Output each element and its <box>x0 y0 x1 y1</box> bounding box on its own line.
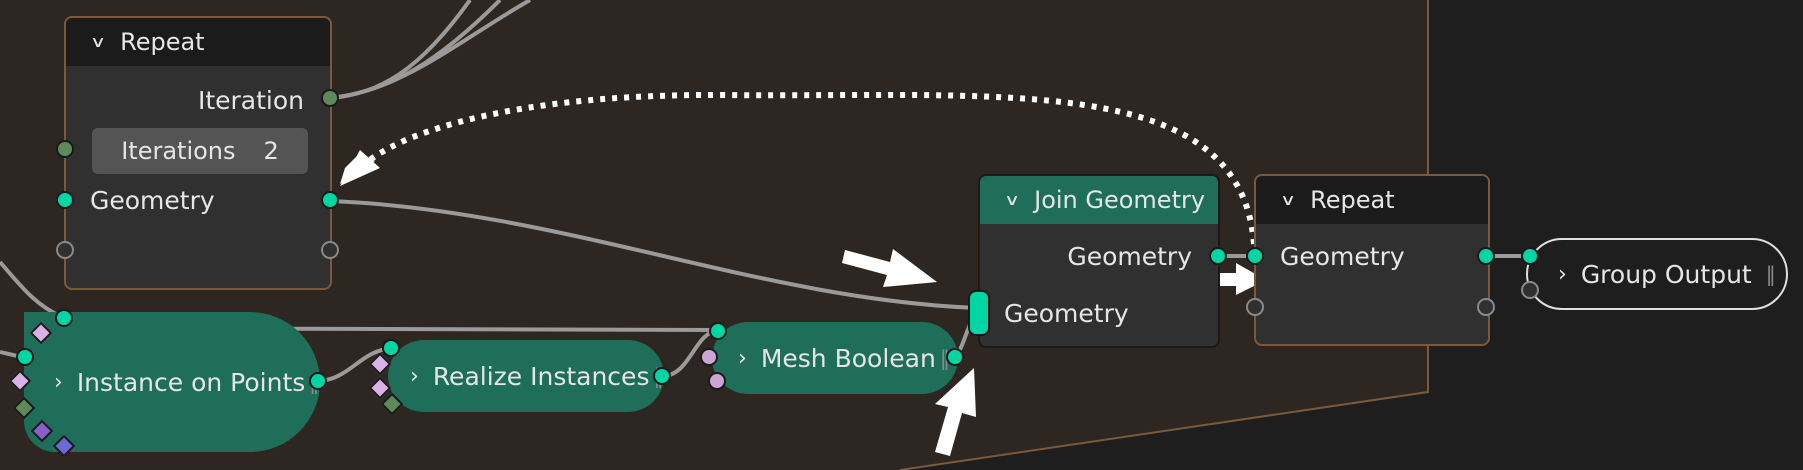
join-output-label: Geometry <box>1067 242 1192 271</box>
iop-instance-socket[interactable] <box>16 348 34 366</box>
iteration-output-socket[interactable] <box>321 89 339 107</box>
realize-input-socket[interactable] <box>382 339 400 357</box>
chevron-down-icon[interactable]: ∨ <box>1004 191 1020 209</box>
group-output-label: Group Output <box>1580 259 1752 289</box>
iteration-label: Iteration <box>197 86 304 115</box>
repeat-input-title: Repeat <box>120 28 205 56</box>
drag-grip-icon[interactable]: ‖ <box>1766 262 1776 286</box>
geometry-input-socket[interactable] <box>56 191 74 209</box>
mesh-boolean-self-socket[interactable] <box>708 372 726 390</box>
iterations-label: Iterations <box>121 137 236 165</box>
join-input-label: Geometry <box>1004 299 1129 328</box>
iterations-value: 2 <box>263 137 279 165</box>
repeat-empty-output-socket[interactable] <box>1477 298 1495 316</box>
chevron-right-icon[interactable]: › <box>410 364 419 389</box>
join-geometry-header[interactable]: ∨ Join Geometry <box>980 176 1218 224</box>
iop-points-socket[interactable] <box>55 309 73 327</box>
iop-output-socket[interactable] <box>309 372 327 390</box>
join-multi-input-socket[interactable] <box>968 290 990 336</box>
repeat-output-title: Repeat <box>1310 186 1395 214</box>
realize-instances-node[interactable]: › Realize Instances ‖ <box>388 340 664 412</box>
mesh-boolean-label: Mesh Boolean <box>760 343 936 373</box>
repeat-output-node[interactable]: ∨ Repeat Geometry <box>1254 174 1490 346</box>
join-output-socket[interactable] <box>1209 247 1227 265</box>
group-output-input-socket[interactable] <box>1521 247 1539 265</box>
empty-output-socket[interactable] <box>321 241 339 259</box>
empty-input-socket[interactable] <box>56 241 74 259</box>
chevron-right-icon[interactable]: › <box>738 346 747 371</box>
iterations-field[interactable]: Iterations 2 <box>92 128 308 174</box>
iterations-input-socket[interactable] <box>56 140 74 158</box>
mesh-boolean-output-socket[interactable] <box>946 348 964 366</box>
group-output-node[interactable]: › Group Output ‖ <box>1526 238 1788 310</box>
mesh-boolean-mesh1-socket[interactable] <box>709 322 727 340</box>
repeat-output-geometry-label: Geometry <box>1280 242 1405 271</box>
geometry-output-socket[interactable] <box>321 191 339 209</box>
repeat-geometry-output-socket[interactable] <box>1477 247 1495 265</box>
group-output-empty-socket[interactable] <box>1521 281 1539 299</box>
repeat-input-node[interactable]: ∨ Repeat Iteration Iterations 2 Geometry <box>64 16 332 290</box>
chevron-down-icon[interactable]: ∨ <box>90 33 106 51</box>
repeat-geometry-input-socket[interactable] <box>1246 247 1264 265</box>
chevron-right-icon[interactable]: › <box>1558 262 1567 287</box>
join-geometry-title: Join Geometry <box>1034 186 1206 214</box>
mesh-boolean-mesh2-socket[interactable] <box>700 348 718 366</box>
mesh-boolean-node[interactable]: › Mesh Boolean ‖ <box>712 322 958 394</box>
instance-on-points-label: Instance on Points <box>76 367 306 397</box>
join-geometry-node[interactable]: ∨ Join Geometry Geometry Geometry <box>978 174 1220 348</box>
repeat-output-header[interactable]: ∨ Repeat <box>1256 176 1488 224</box>
node-editor-canvas[interactable]: ∨ Repeat Iteration Iterations 2 Geometry… <box>0 0 1803 470</box>
chevron-right-icon[interactable]: › <box>54 370 63 395</box>
geometry-label: Geometry <box>90 186 215 215</box>
realize-output-socket[interactable] <box>653 367 671 385</box>
repeat-input-header[interactable]: ∨ Repeat <box>66 18 330 66</box>
instance-on-points-node[interactable]: › Instance on Points ‖ <box>24 312 320 452</box>
realize-instances-label: Realize Instances <box>432 361 650 391</box>
repeat-empty-input-socket[interactable] <box>1246 298 1264 316</box>
chevron-down-icon[interactable]: ∨ <box>1280 191 1296 209</box>
